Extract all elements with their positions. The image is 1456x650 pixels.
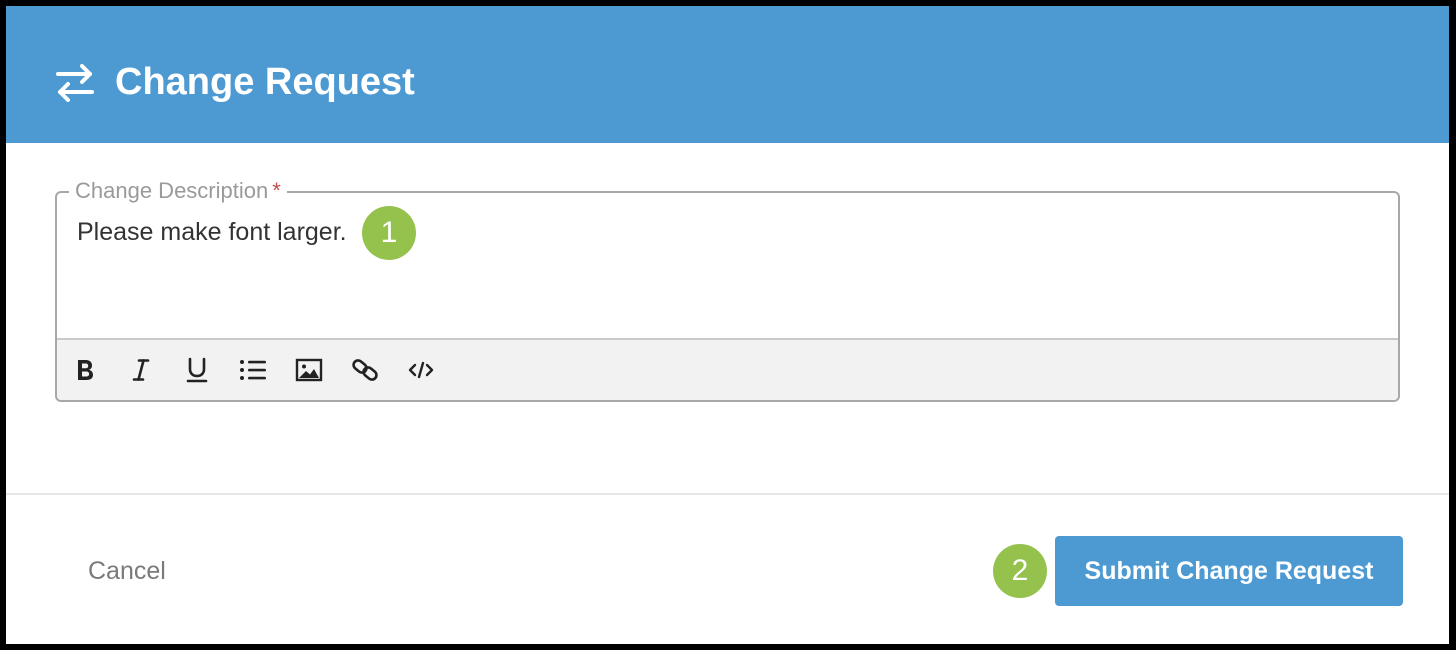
change-description-field: Change Description * Please make font lar…: [55, 176, 1400, 402]
change-request-dialog: Change Request Change Description * Pleas…: [6, 6, 1449, 644]
image-icon[interactable]: [291, 352, 327, 388]
field-label-text: Change Description: [75, 178, 269, 203]
field-label: Change Description *: [69, 176, 287, 206]
italic-icon[interactable]: [123, 352, 159, 388]
editor-toolbar: [57, 338, 1398, 400]
underline-icon[interactable]: [179, 352, 215, 388]
dialog-title: Change Request: [115, 61, 415, 103]
bulleted-list-icon[interactable]: [235, 352, 271, 388]
cancel-button[interactable]: Cancel: [66, 550, 186, 592]
link-icon[interactable]: [347, 352, 383, 388]
step-1-badge: 1: [362, 206, 416, 260]
code-icon[interactable]: [403, 352, 439, 388]
bold-icon[interactable]: [67, 352, 103, 388]
dialog-header: Change Request: [6, 6, 1449, 143]
step-2-badge: 2: [993, 544, 1047, 598]
change-description-input[interactable]: Please make font larger.: [77, 215, 347, 249]
submit-change-request-button[interactable]: Submit Change Request: [1055, 536, 1403, 606]
required-marker: *: [272, 178, 281, 203]
swap-arrows-icon: [52, 60, 98, 106]
footer-divider: [6, 493, 1449, 495]
